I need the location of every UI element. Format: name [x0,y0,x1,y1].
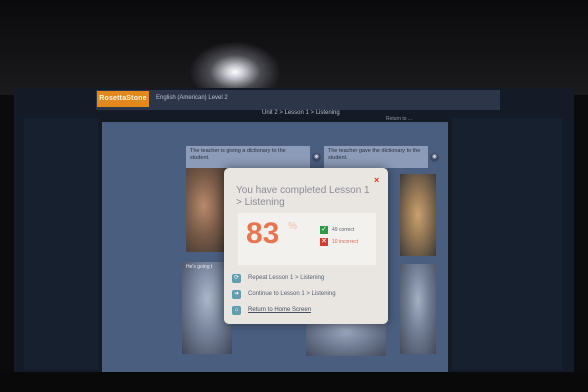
repeat-icon: ⟳ [232,274,241,283]
prompt-card-1[interactable]: The teacher is giving a dictionary to th… [186,146,310,168]
breadcrumb: Unit 2 > Lesson 1 > Listening [262,110,340,116]
monitor-top-bezel [0,0,588,95]
monitor-bottom-bezel [0,372,588,392]
right-side-panel [452,118,562,370]
prompt-text: The teacher is giving a dictionary to th… [190,148,286,161]
lesson-complete-dialog: × You have completed Lesson 1 > Listenin… [224,168,388,324]
repeat-lesson-label: Repeat Lesson 1 > Listening [248,275,325,281]
lesson-photo[interactable] [400,174,436,256]
check-icon: ✓ [320,226,328,234]
prompt-text: The teacher gave the dictionary to the s… [328,148,421,161]
lesson-photo[interactable] [400,264,436,354]
speaker-icon[interactable]: ◉ [312,153,321,162]
correct-count: 49 correct [332,227,355,233]
prompt-card-2[interactable]: The teacher gave the dictionary to the s… [324,146,428,168]
close-icon[interactable]: × [374,176,379,185]
continue-lesson-label: Continue to Lesson 1 > Listening [248,291,336,297]
cross-icon: ✕ [320,238,328,246]
course-title: English (American) Level 2 [156,95,228,101]
left-side-panel [24,118,98,370]
prompt-text: He's going t [186,264,213,270]
home-icon: ⌂ [232,306,241,315]
speaker-icon[interactable]: ◉ [430,153,439,162]
dialog-title: You have completed Lesson 1 > Listening [236,185,370,208]
arrow-right-icon: ➜ [232,290,241,299]
lesson-photo[interactable] [306,320,386,356]
rosetta-stone-logo: RosettaStone [97,91,149,107]
return-home-label: Return to Home Screen [248,307,312,313]
percent-sign: % [288,221,297,232]
score-value: 83 [246,217,280,250]
incorrect-count: 10 incorrect [332,239,359,245]
